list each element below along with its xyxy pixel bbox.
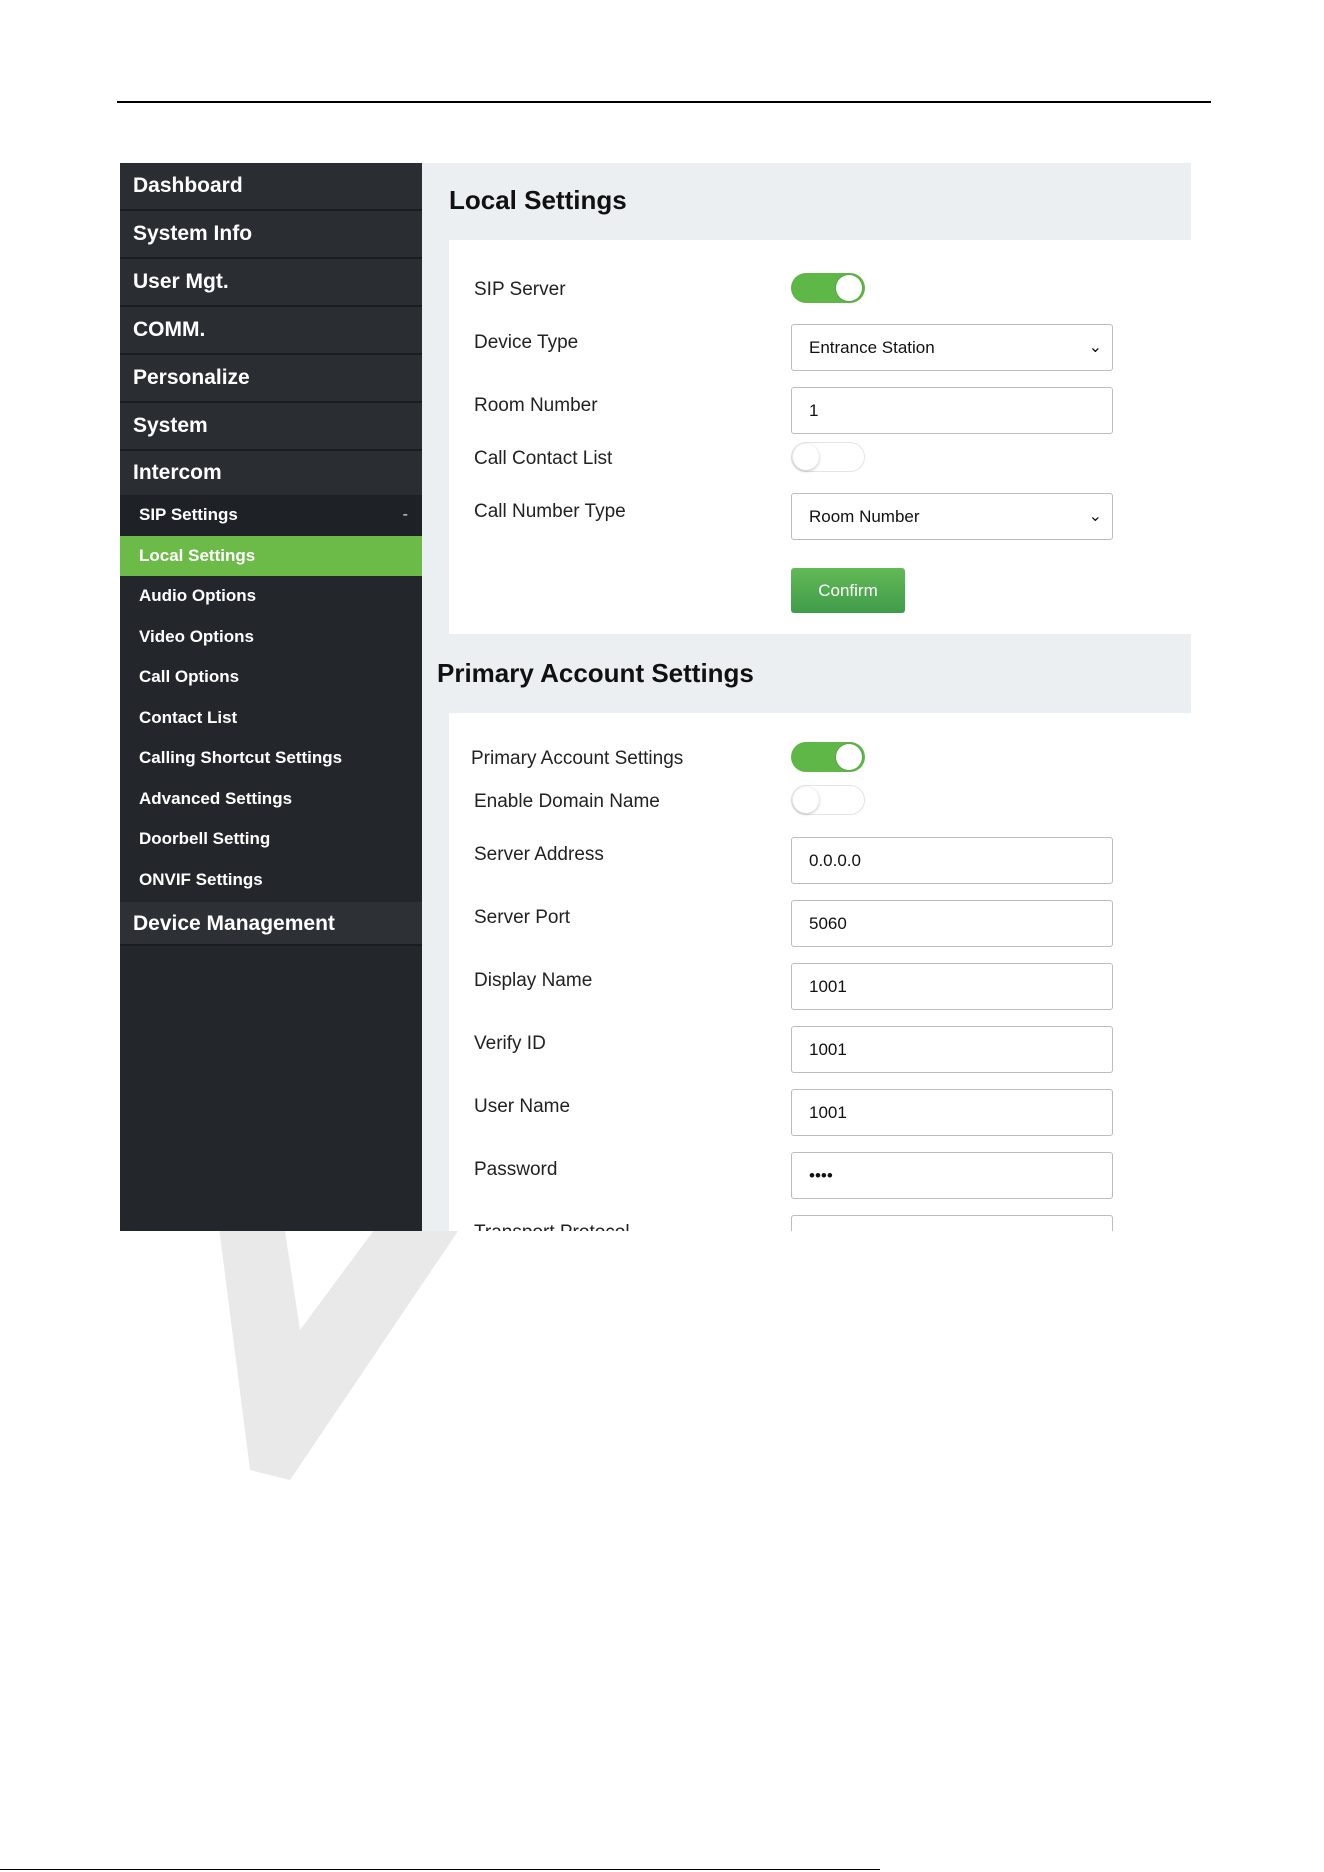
submenu-local-settings[interactable]: Local Settings bbox=[120, 535, 422, 576]
label-transport-protocol: Transport Protocol bbox=[474, 1222, 630, 1231]
transport-protocol-select[interactable] bbox=[791, 1215, 1113, 1231]
page-header-rule bbox=[117, 101, 1211, 103]
user-name-input[interactable]: 1001 bbox=[791, 1089, 1113, 1136]
device-type-select[interactable]: Entrance Station ⌄ bbox=[791, 324, 1113, 371]
password-input[interactable]: •••• bbox=[791, 1152, 1113, 1199]
label-enable-domain-name: Enable Domain Name bbox=[474, 791, 660, 812]
submenu-sip-settings[interactable]: SIP Settings - bbox=[120, 495, 422, 536]
submenu-doorbell-setting[interactable]: Doorbell Setting bbox=[120, 819, 422, 860]
call-contact-list-toggle[interactable] bbox=[791, 442, 865, 472]
enable-domain-name-toggle[interactable] bbox=[791, 785, 865, 815]
submenu-audio-options[interactable]: Audio Options bbox=[120, 576, 422, 617]
server-port-input[interactable]: 5060 bbox=[791, 900, 1113, 947]
display-name-input[interactable]: 1001 bbox=[791, 963, 1113, 1010]
submenu-calling-shortcut-settings[interactable]: Calling Shortcut Settings bbox=[120, 738, 422, 779]
room-number-input[interactable]: 1 bbox=[791, 387, 1113, 434]
menu-item-system-info[interactable]: System Info bbox=[120, 211, 422, 259]
primary-account-panel: Primary Account Settings Enable Domain N… bbox=[449, 713, 1191, 1231]
toggle-knob bbox=[836, 275, 862, 301]
label-sip-server: SIP Server bbox=[474, 279, 566, 300]
toggle-knob bbox=[836, 744, 862, 770]
menu-item-intercom[interactable]: Intercom bbox=[120, 451, 422, 495]
device-type-value: Entrance Station bbox=[809, 338, 935, 357]
chevron-down-icon: ⌄ bbox=[1088, 339, 1102, 356]
menu-item-system[interactable]: System bbox=[120, 403, 422, 451]
submenu-advanced-settings[interactable]: Advanced Settings bbox=[120, 779, 422, 820]
label-room-number: Room Number bbox=[474, 395, 598, 416]
label-server-address: Server Address bbox=[474, 844, 604, 865]
label-server-port: Server Port bbox=[474, 907, 571, 928]
chevron-down-icon: ⌄ bbox=[1088, 508, 1102, 525]
menu-item-dashboard[interactable]: Dashboard bbox=[120, 163, 422, 211]
sip-server-toggle[interactable] bbox=[791, 273, 865, 303]
verify-id-input[interactable]: 1001 bbox=[791, 1026, 1113, 1073]
menu-item-comm[interactable]: COMM. bbox=[120, 307, 422, 355]
menu-item-personalize[interactable]: Personalize bbox=[120, 355, 422, 403]
call-number-type-value: Room Number bbox=[809, 507, 920, 526]
label-user-name: User Name bbox=[474, 1096, 571, 1117]
intercom-submenu: SIP Settings - Local Settings Audio Opti… bbox=[120, 495, 422, 900]
label-call-number-type: Call Number Type bbox=[474, 501, 626, 522]
submenu-contact-list[interactable]: Contact List bbox=[120, 698, 422, 739]
submenu-onvif-settings[interactable]: ONVIF Settings bbox=[120, 860, 422, 901]
label-display-name: Display Name bbox=[474, 970, 593, 991]
server-address-input[interactable]: 0.0.0.0 bbox=[791, 837, 1113, 884]
submenu-video-options[interactable]: Video Options bbox=[120, 617, 422, 658]
page-footer-rule bbox=[0, 1869, 880, 1870]
primary-account-toggle[interactable] bbox=[791, 742, 865, 772]
submenu-sip-settings-label: SIP Settings bbox=[139, 505, 238, 524]
sidebar: Dashboard System Info User Mgt. COMM. Pe… bbox=[120, 163, 422, 1231]
collapse-icon[interactable]: - bbox=[403, 495, 408, 536]
call-number-type-select[interactable]: Room Number ⌄ bbox=[791, 493, 1113, 540]
section-title-local-settings: Local Settings bbox=[449, 185, 627, 215]
label-verify-id: Verify ID bbox=[474, 1033, 546, 1054]
main-content: Local Settings SIP Server Device Type En… bbox=[422, 163, 1191, 1231]
confirm-button[interactable]: Confirm bbox=[791, 568, 905, 613]
local-settings-panel: SIP Server Device Type Entrance Station … bbox=[449, 240, 1191, 634]
menu-item-device-management[interactable]: Device Management bbox=[120, 902, 422, 946]
label-device-type: Device Type bbox=[474, 332, 579, 353]
menu-item-user-mgt[interactable]: User Mgt. bbox=[120, 259, 422, 307]
label-call-contact-list: Call Contact List bbox=[474, 448, 613, 469]
toggle-knob bbox=[793, 444, 819, 470]
screenshot-frame: Dashboard System Info User Mgt. COMM. Pe… bbox=[120, 163, 1191, 1231]
label-primary-account-settings: Primary Account Settings bbox=[471, 748, 684, 769]
submenu-call-options[interactable]: Call Options bbox=[120, 657, 422, 698]
toggle-knob bbox=[793, 787, 819, 813]
section-title-primary-account: Primary Account Settings bbox=[437, 658, 754, 688]
label-password: Password bbox=[474, 1159, 558, 1180]
